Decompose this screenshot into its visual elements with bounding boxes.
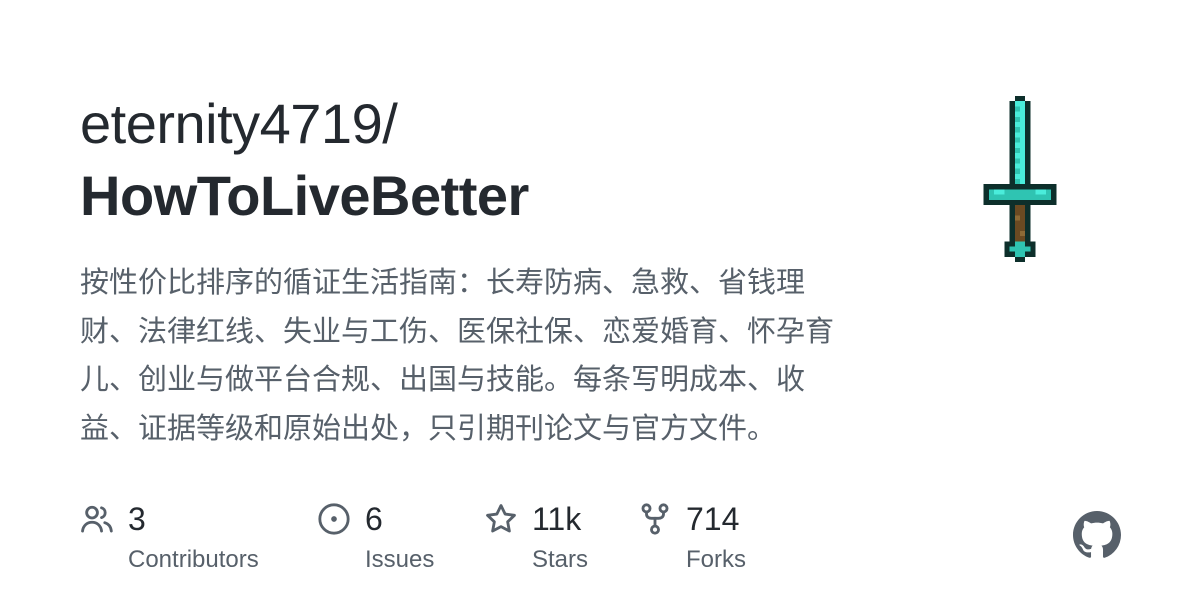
repo-title: eternity4719/ HowToLiveBetter	[80, 88, 900, 232]
repo-forked-icon	[638, 502, 672, 536]
issues-label: Issues	[365, 546, 435, 573]
repo-name[interactable]: HowToLiveBetter	[80, 160, 900, 232]
people-icon	[80, 502, 114, 536]
repo-owner[interactable]: eternity4719/	[80, 88, 900, 160]
repo-description: 按性价比排序的循证生活指南：长寿防病、急救、省钱理财、法律红线、失业与工伤、医保…	[80, 265, 835, 445]
forks-count: 714	[686, 501, 740, 537]
repo-avatar-sword-image	[978, 96, 1062, 262]
social-preview-card: eternity4719/ HowToLiveBetter 按性价比排序的循证生…	[0, 0, 1200, 600]
stars-count: 11k	[532, 501, 582, 537]
issues-count: 6	[365, 501, 383, 537]
star-icon	[484, 502, 518, 536]
forks-label: Forks	[686, 546, 746, 573]
contributors-count: 3	[128, 501, 146, 537]
issue-opened-icon	[317, 502, 351, 536]
diamond-sword-icon	[983, 96, 1057, 262]
stars-label: Stars	[532, 546, 589, 573]
contributors-label: Contributors	[128, 546, 259, 573]
github-mark-icon[interactable]	[1073, 511, 1121, 559]
